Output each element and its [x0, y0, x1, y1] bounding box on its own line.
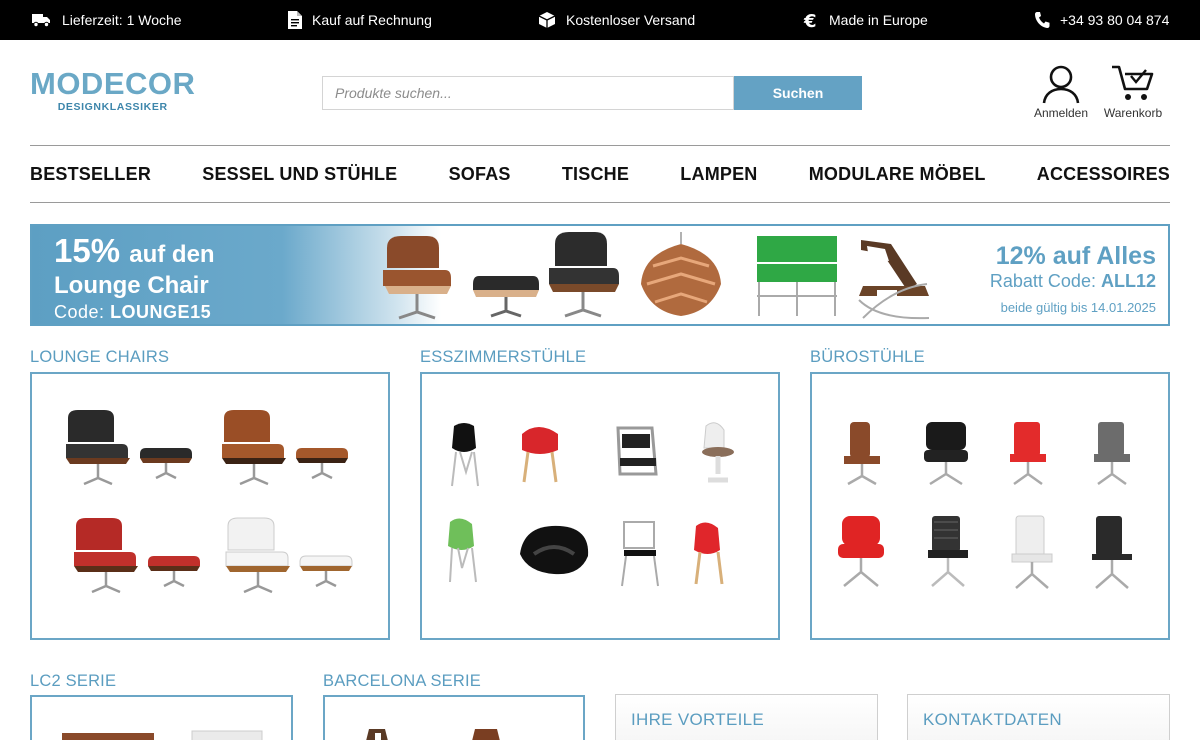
- lounge-chair-brown-image: [383, 236, 451, 320]
- invoice-info: Kauf auf Rechnung: [288, 0, 432, 40]
- office-chairs-images: [838, 422, 1132, 589]
- barcelona-chair-image: [858, 240, 930, 320]
- phone-number[interactable]: +34 93 80 04 874: [1060, 12, 1169, 28]
- promo-banner[interactable]: 15% auf den Lounge Chair Code: LOUNGE15: [30, 224, 1170, 326]
- wassily-chair-thumb: [616, 426, 658, 476]
- eames-chair-green-thumb: [448, 518, 477, 583]
- banner-product-images: [383, 232, 930, 320]
- banner-validity: beide gültig bis 14.01.2025: [1000, 300, 1156, 315]
- category-lounge-chairs[interactable]: [30, 372, 390, 640]
- search-form: Suchen: [322, 76, 862, 110]
- contact-title: KONTAKTDATEN: [923, 710, 1062, 729]
- banner-code-label: Code:: [54, 302, 105, 322]
- banner-code-all: ALL12: [1100, 271, 1156, 291]
- office-chair-brown-thumb: [844, 422, 880, 486]
- advantages-title: IHRE VORTEILE: [631, 710, 765, 729]
- banner-general-offer: 12% auf Alles Rabatt Code: ALL12 beide g…: [990, 242, 1156, 315]
- banner-lounge-offer: 15% auf den Lounge Chair Code: LOUNGE15: [54, 234, 215, 324]
- advantages-box: IHRE VORTEILE: [615, 694, 878, 740]
- lc2-sofa-brown-thumb: [62, 733, 154, 740]
- wire-chair-thumb: [621, 521, 659, 587]
- category-title-dining-chairs[interactable]: ESSZIMMERSTÜHLE: [420, 348, 586, 367]
- banner-general-discount: 12% auf Alles: [995, 242, 1156, 270]
- phone-info[interactable]: +34 93 80 04 874: [1034, 0, 1169, 40]
- office-chair-red-thumb: [1010, 422, 1046, 486]
- office-chair-grey-thumb: [1094, 422, 1130, 486]
- search-input[interactable]: [322, 76, 734, 110]
- free-shipping-label: Kostenloser Versand: [566, 12, 696, 28]
- mesh-chair-black-thumb: [928, 516, 968, 587]
- banner-line1-rest: auf den: [129, 241, 215, 268]
- executive-chair-red-thumb: [838, 516, 884, 587]
- made-in-europe-label: Made in Europe: [829, 12, 928, 28]
- invoice-label: Kauf auf Rechnung: [312, 12, 432, 28]
- office-chair-white-thumb: [1011, 515, 1053, 589]
- nav-item-sofas[interactable]: SOFAS: [449, 164, 511, 185]
- category-barcelona-series[interactable]: [323, 695, 585, 740]
- account-link[interactable]: Anmelden: [1030, 64, 1092, 120]
- cart-link[interactable]: Warenkorb: [1102, 64, 1164, 120]
- nav-item-tables[interactable]: TISCHE: [562, 164, 629, 185]
- lounge-chair-black-image: [549, 232, 619, 318]
- category-dining-chairs[interactable]: [420, 372, 780, 640]
- category-title-lounge-chairs[interactable]: LOUNGE CHAIRS: [30, 348, 169, 367]
- main-navigation: BESTSELLER SESSEL UND STÜHLE SOFAS TISCH…: [30, 145, 1170, 203]
- barcelona-series-images: [366, 729, 500, 740]
- category-title-lc2-series[interactable]: LC2 SERIE: [30, 672, 116, 691]
- modular-shelf-green-image: [757, 236, 837, 316]
- contact-box: KONTAKTDATEN: [907, 694, 1170, 740]
- made-in-europe-info: € Made in Europe: [803, 0, 928, 40]
- pretzel-chair-black-thumb: [520, 525, 589, 575]
- nav-item-armchairs-chairs[interactable]: SESSEL UND STÜHLE: [202, 164, 397, 185]
- eames-chair-black-thumb: [451, 423, 479, 487]
- banner-product-name: Lounge Chair: [54, 272, 209, 299]
- category-office-chairs[interactable]: [810, 372, 1170, 640]
- cart-icon: [1112, 65, 1154, 100]
- lounge-chair-white-thumb: [225, 517, 353, 594]
- artichoke-lamp-image: [641, 232, 721, 316]
- delivery-time-info: Lieferzeit: 1 Woche: [32, 0, 182, 40]
- top-info-bar: Lieferzeit: 1 Woche Kauf auf Rechnung Ko…: [0, 0, 1200, 40]
- logo-name: MODECOR: [30, 66, 196, 101]
- lounge-chair-brown-thumb: [222, 410, 348, 486]
- banner-discount-code-label: Rabatt Code:: [989, 271, 1096, 291]
- banner-code-lounge: LOUNGE15: [110, 302, 212, 322]
- category-title-barcelona-series[interactable]: BARCELONA SERIE: [323, 672, 481, 691]
- eames-chair-red-thumb: [694, 522, 724, 585]
- account-label: Anmelden: [1033, 106, 1089, 120]
- search-button[interactable]: Suchen: [734, 76, 862, 110]
- category-lc2-series[interactable]: [30, 695, 293, 740]
- office-chair-slim-black-thumb: [1092, 516, 1132, 589]
- package-icon: [538, 12, 556, 28]
- lc2-series-images: [62, 730, 263, 740]
- free-shipping-info: Kostenloser Versand: [538, 0, 695, 40]
- nav-item-lamps[interactable]: LAMPEN: [680, 164, 757, 185]
- nav-item-modular-furniture[interactable]: MODULARE MÖBEL: [809, 164, 986, 185]
- svg-text:€: €: [803, 11, 817, 29]
- lc2-armchair-white-thumb: [191, 730, 263, 740]
- logo-tagline: DESIGNKLASSIKER: [57, 101, 168, 113]
- barcelona-chair-brown-thumb: [472, 729, 500, 740]
- nav-item-accessories[interactable]: ACCESSOIRES: [1037, 164, 1170, 185]
- eames-armchair-red-thumb: [522, 427, 558, 483]
- banner-discount: 15%: [54, 232, 121, 269]
- lounge-chair-red-thumb: [74, 518, 200, 594]
- office-chair-black-thumb: [924, 422, 968, 486]
- truck-icon: [32, 14, 50, 28]
- tulip-chair-thumb: [702, 422, 734, 483]
- lounge-chairs-images: [66, 410, 353, 594]
- site-logo[interactable]: MODECOR DESIGNKLASSIKER: [30, 68, 195, 113]
- cart-label: Warenkorb: [1103, 106, 1163, 120]
- category-title-office-chairs[interactable]: BÜROSTÜHLE: [810, 348, 925, 367]
- delivery-time-label: Lieferzeit: 1 Woche: [62, 12, 182, 28]
- ottoman-black-image: [473, 276, 539, 318]
- user-icon: [1042, 65, 1080, 104]
- phone-icon: [1035, 12, 1050, 28]
- dining-chairs-images: [448, 422, 734, 587]
- document-icon: [288, 11, 302, 29]
- lounge-chair-black-thumb: [66, 410, 192, 486]
- euro-icon: €: [803, 11, 817, 29]
- nav-item-bestseller[interactable]: BESTSELLER: [30, 164, 151, 185]
